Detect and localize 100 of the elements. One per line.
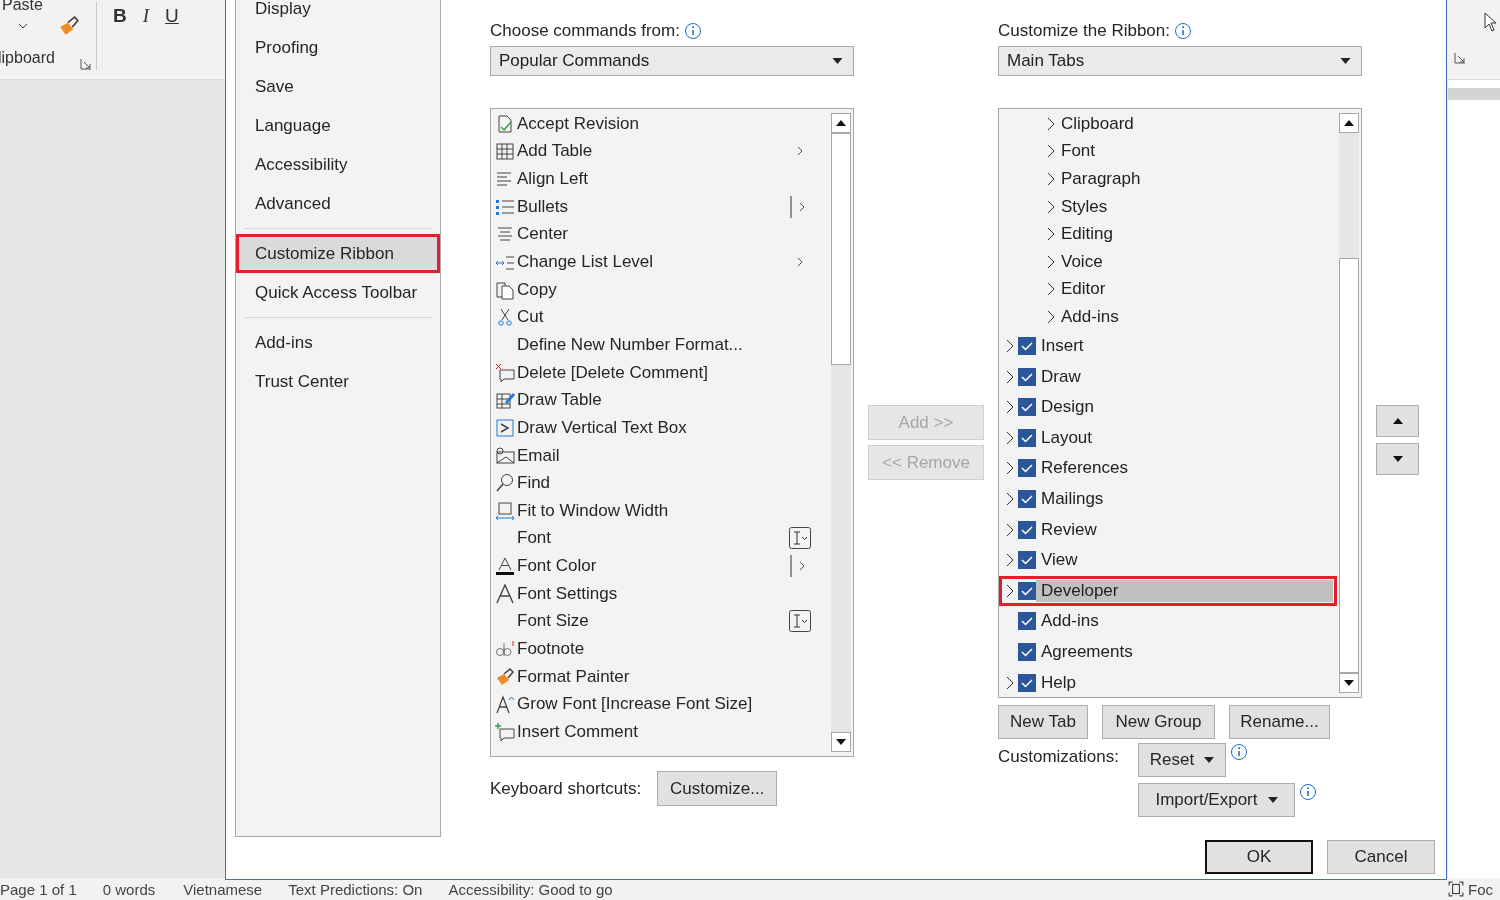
command-item[interactable]: Grow Font [Increase Font Size]	[491, 690, 831, 719]
checkbox[interactable]	[1018, 673, 1036, 692]
command-item[interactable]: Draw Vertical Text Box	[491, 414, 831, 442]
scrollbar[interactable]	[831, 113, 851, 752]
chevron-icon[interactable]	[1047, 144, 1055, 159]
move-up-button[interactable]	[1376, 405, 1419, 437]
command-item[interactable]: Add Table	[491, 137, 831, 166]
chevron-icon[interactable]	[1006, 522, 1014, 537]
sidebar-item[interactable]: Customize Ribbon	[236, 234, 440, 273]
tree-tab-item[interactable]: View	[999, 544, 1337, 576]
chevron-icon[interactable]	[1006, 492, 1014, 506]
reset-button[interactable]: Reset	[1138, 743, 1226, 777]
checkbox[interactable]	[1018, 398, 1036, 417]
command-item[interactable]: Bullets	[491, 192, 831, 221]
sidebar-item[interactable]: Trust Center	[236, 362, 440, 401]
scroll-thumb[interactable]	[1339, 133, 1359, 258]
sidebar-item[interactable]: Accessibility	[236, 145, 440, 184]
commands-dropdown[interactable]: Popular Commands	[490, 46, 854, 76]
dialog-button[interactable]: OK	[1205, 840, 1313, 874]
command-item[interactable]: Copy	[491, 275, 831, 304]
brush-icon[interactable]	[58, 15, 80, 37]
chevron-icon[interactable]	[1006, 430, 1014, 445]
command-item[interactable]: Delete [Delete Comment]	[491, 358, 831, 387]
customize-button[interactable]: Customize...	[657, 771, 778, 806]
chevron-icon[interactable]	[1006, 583, 1014, 598]
command-item[interactable]: Insert Comment	[491, 718, 831, 746]
sidebar-item[interactable]: Quick Access Toolbar	[236, 273, 440, 312]
command-item[interactable]: Change List Level	[491, 248, 831, 276]
sidebar-item[interactable]: Advanced	[236, 184, 440, 223]
chevron-icon[interactable]	[1047, 172, 1055, 186]
scroll-thumb[interactable]	[831, 133, 851, 365]
move-down-button[interactable]	[1376, 443, 1419, 475]
sidebar-item[interactable]: Display	[236, 0, 440, 28]
checkbox[interactable]	[1018, 459, 1036, 478]
sidebar-item[interactable]: Add-ins	[236, 323, 440, 362]
scroll-up-icon[interactable]	[1344, 120, 1354, 126]
chevron-icon[interactable]	[1006, 369, 1014, 384]
launcher-icon[interactable]	[80, 58, 92, 70]
command-item[interactable]: Format Painter	[491, 662, 831, 691]
command-item[interactable]: Font	[491, 524, 831, 553]
checkbox[interactable]	[1018, 643, 1036, 661]
tree-tab-item[interactable]: References	[999, 453, 1337, 484]
tree-group-item[interactable]: Font	[999, 137, 1339, 166]
command-item[interactable]: Fit to Window Width	[491, 496, 831, 525]
checkbox[interactable]	[1018, 490, 1036, 508]
sidebar-item[interactable]: Save	[236, 67, 440, 106]
command-item[interactable]: Align Left	[491, 165, 831, 193]
sidebar-item[interactable]: Language	[236, 106, 440, 145]
chevron-icon[interactable]	[1006, 461, 1014, 476]
tree-tab-item[interactable]: Mailings	[999, 483, 1337, 515]
command-item[interactable]: Center	[491, 220, 831, 249]
bold-button[interactable]: B	[113, 5, 127, 27]
tree-group-item[interactable]: Paragraph	[999, 165, 1339, 193]
tree-group-item[interactable]: Voice	[999, 247, 1339, 276]
tree-group-item[interactable]: Editing	[999, 220, 1339, 248]
scrollbar[interactable]	[1339, 113, 1359, 693]
pointer-icon[interactable]	[1484, 12, 1498, 32]
chevron-icon[interactable]	[1047, 116, 1055, 131]
chevron-icon[interactable]	[1047, 309, 1055, 324]
scroll-down-icon[interactable]	[836, 739, 846, 745]
import-export-button[interactable]: Import/Export	[1138, 783, 1295, 817]
checkbox[interactable]	[1018, 581, 1036, 600]
command-item[interactable]: Define New Number Format...	[491, 331, 831, 359]
underline-button[interactable]: U	[165, 5, 179, 27]
command-item[interactable]: Draw Table	[491, 386, 831, 415]
tree-tab-item[interactable]: Design	[999, 391, 1337, 423]
tree-group-item[interactable]: Styles	[999, 192, 1339, 221]
focus-button[interactable]: Foc	[1448, 880, 1500, 898]
ribbon-dropdown[interactable]: Main Tabs	[998, 46, 1362, 76]
command-item[interactable]: Find	[491, 469, 831, 497]
launcher-icon[interactable]	[1454, 52, 1466, 64]
checkbox[interactable]	[1018, 551, 1036, 570]
chevron-icon[interactable]	[1047, 282, 1055, 297]
checkbox[interactable]	[1018, 367, 1036, 386]
tree-button[interactable]: New Group	[1102, 705, 1215, 739]
scroll-up-icon[interactable]	[836, 120, 846, 126]
checkbox[interactable]	[1018, 337, 1036, 356]
chevron-icon[interactable]	[1047, 254, 1055, 269]
info-icon[interactable]	[683, 22, 702, 40]
tree-tab-item[interactable]: Review	[999, 514, 1337, 545]
command-item[interactable]: Footnote	[491, 635, 831, 663]
chevron-icon[interactable]	[1047, 227, 1055, 242]
tree-tab-item[interactable]: Agreements	[999, 636, 1337, 668]
tree-tab-item[interactable]: Draw	[999, 361, 1337, 392]
sidebar-item[interactable]: Proofing	[236, 28, 440, 67]
chevron-icon[interactable]	[1006, 553, 1014, 568]
chevron-icon[interactable]	[1006, 675, 1014, 690]
tree-group-item[interactable]: Editor	[999, 275, 1339, 304]
command-item[interactable]: Accept Revision	[491, 110, 831, 138]
caret-icon[interactable]	[18, 23, 28, 29]
checkbox[interactable]	[1018, 520, 1036, 539]
tree-group-item[interactable]: Clipboard	[999, 110, 1339, 138]
dialog-button[interactable]: Cancel	[1327, 840, 1435, 874]
tree-tab-item[interactable]: Insert	[999, 330, 1337, 362]
info-icon[interactable]	[1174, 22, 1192, 40]
tree-button[interactable]: New Tab	[998, 705, 1088, 739]
chevron-icon[interactable]	[1006, 400, 1014, 415]
tree-tab-item[interactable]: Layout	[999, 422, 1337, 454]
chevron-icon[interactable]	[1047, 199, 1055, 214]
command-item[interactable]: Email	[491, 441, 831, 470]
